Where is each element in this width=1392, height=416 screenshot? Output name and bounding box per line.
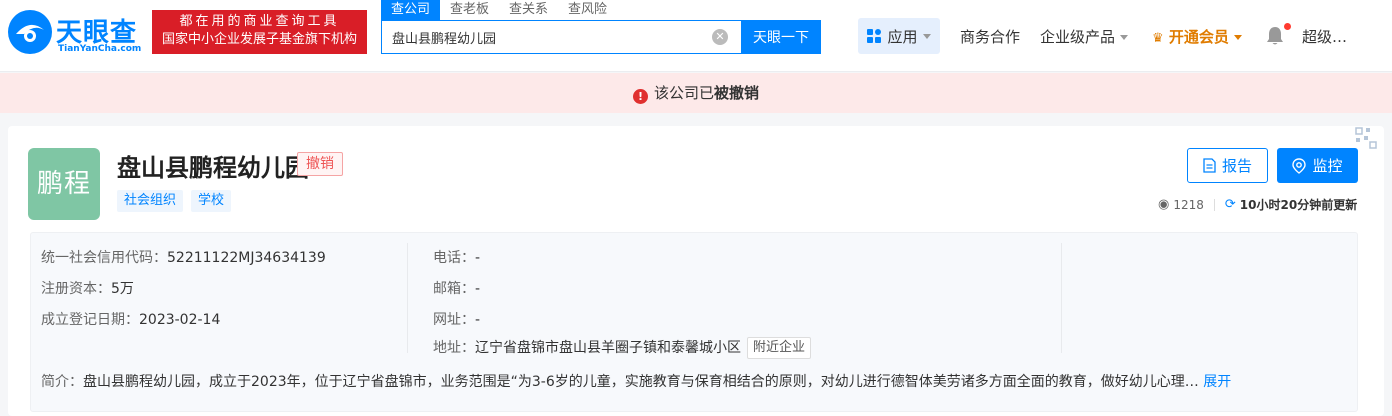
- notification-dot: [1284, 23, 1291, 30]
- monitor-button[interactable]: 监控: [1277, 148, 1358, 183]
- capital-label: 注册资本：: [41, 281, 111, 297]
- website-field: 网址：-: [433, 309, 480, 329]
- warning-icon: !: [632, 89, 648, 104]
- user-menu[interactable]: 超级…: [1302, 26, 1347, 47]
- apps-menu-button[interactable]: 应用: [858, 18, 940, 54]
- update-time: 10小时20分钟前更新: [1239, 198, 1358, 212]
- email-label: 邮箱：: [433, 281, 475, 297]
- phone-field: 电话：-: [433, 247, 480, 267]
- slogan-line-2: 国家中小企业发展子基金旗下机构: [161, 32, 357, 47]
- tab-search-company[interactable]: 查公司: [381, 0, 441, 20]
- crown-icon: ♛: [1152, 31, 1164, 46]
- credit-code-label: 统一社会信用代码：: [41, 250, 167, 266]
- company-meta: ◉ 1218 ⟳ 10小时20分钟前更新: [1158, 196, 1357, 213]
- founded-label: 成立登记日期：: [41, 312, 139, 328]
- company-card: 鹏程 盘山县鹏程幼儿园 撤销 社会组织 学校 报告 监控 ◉ 1218 ⟳ 10…: [8, 126, 1384, 416]
- banner-text-bold: 被撤销: [714, 84, 760, 102]
- chevron-down-icon: [922, 33, 931, 39]
- expand-link[interactable]: 展开: [1203, 374, 1231, 390]
- tab-search-relation[interactable]: 查关系: [499, 0, 558, 20]
- column-divider: [407, 243, 408, 353]
- chevron-down-icon: [1120, 35, 1129, 40]
- apps-grid-icon: [867, 29, 882, 43]
- qr-code-icon[interactable]: [1354, 126, 1378, 150]
- phone-label: 电话：: [433, 250, 475, 266]
- email-value: -: [475, 281, 481, 297]
- credit-code-field: 统一社会信用代码：52211122MJ34634139: [41, 247, 326, 267]
- nav-vip[interactable]: ♛ 开通会员: [1152, 26, 1242, 47]
- meta-divider: [1213, 198, 1215, 211]
- founded-value: 2023-02-14: [139, 312, 221, 328]
- nav-business-cooperation[interactable]: 商务合作: [960, 26, 1020, 47]
- refresh-icon[interactable]: ⟳: [1225, 197, 1236, 212]
- column-divider: [1061, 243, 1062, 353]
- slogan-line-1: 都在用的商业查询工具: [179, 14, 340, 29]
- clear-icon[interactable]: ✕: [712, 29, 728, 45]
- view-count: 1218: [1173, 197, 1204, 212]
- banner-text: 该公司已: [653, 84, 714, 102]
- address-label: 地址：: [433, 340, 475, 356]
- report-button[interactable]: 报告: [1187, 148, 1268, 183]
- address-field: 地址：辽宁省盘锦市盘山县羊圈子镇和泰馨城小区 附近企业: [433, 337, 812, 359]
- search-box: ✕ 天眼一下: [381, 20, 821, 54]
- company-avatar: 鹏程: [28, 148, 100, 220]
- founded-field: 成立登记日期：2023-02-14: [41, 309, 220, 329]
- tab-search-boss[interactable]: 查老板: [440, 0, 499, 20]
- tianyancha-logo[interactable]: 天眼查 TianYanCha.com: [8, 10, 144, 56]
- credit-code-value[interactable]: 52211122MJ34634139: [167, 250, 326, 266]
- eye-icon: ◉: [1158, 197, 1170, 212]
- website-label: 网址：: [433, 312, 475, 328]
- document-icon: [1203, 158, 1216, 173]
- nav-enterprise-products[interactable]: 企业级产品: [1040, 26, 1129, 47]
- status-badge: 撤销: [297, 152, 343, 176]
- tab-search-risk[interactable]: 查风险: [558, 0, 617, 20]
- company-name: 盘山县鹏程幼儿园: [117, 154, 309, 182]
- monitor-label: 监控: [1312, 157, 1343, 175]
- search-tabs: 查公司 查老板 查关系 查风险: [381, 0, 617, 20]
- tag-social-org[interactable]: 社会组织: [117, 190, 184, 212]
- capital-value: 5万: [111, 281, 134, 297]
- phone-value: -: [475, 250, 481, 266]
- revoked-banner: ! 该公司已被撤销: [0, 73, 1392, 113]
- logo-eye-icon: [8, 10, 52, 54]
- search-button[interactable]: 天眼一下: [741, 20, 821, 54]
- slogan-banner: 都在用的商业查询工具 国家中小企业发展子基金旗下机构: [152, 10, 367, 54]
- location-eye-icon: [1292, 157, 1307, 174]
- website-value: -: [475, 312, 481, 328]
- nav-enterprise-label: 企业级产品: [1040, 28, 1116, 46]
- top-header: 天眼查 TianYanCha.com 都在用的商业查询工具 国家中小企业发展子基…: [0, 0, 1392, 72]
- search-input[interactable]: [382, 21, 712, 53]
- intro-field: 简介：盘山县鹏程幼儿园，成立于2023年，位于辽宁省盘锦市，业务范围是“为3-6…: [41, 371, 1341, 391]
- intro-value: 盘山县鹏程幼儿园，成立于2023年，位于辽宁省盘锦市，业务范围是“为3-6岁的儿…: [83, 374, 1199, 390]
- capital-field: 注册资本：5万: [41, 278, 134, 298]
- logo-domain: TianYanCha.com: [58, 44, 142, 54]
- chevron-down-icon: [1233, 35, 1242, 40]
- address-value: 辽宁省盘锦市盘山县羊圈子镇和泰馨城小区: [475, 340, 741, 356]
- intro-label: 简介：: [41, 374, 83, 390]
- company-info-panel: 统一社会信用代码：52211122MJ34634139 注册资本：5万 成立登记…: [30, 232, 1358, 412]
- apps-label: 应用: [887, 27, 918, 46]
- tag-school[interactable]: 学校: [191, 190, 232, 212]
- bell-icon[interactable]: [1266, 26, 1284, 46]
- report-label: 报告: [1221, 157, 1252, 175]
- email-field: 邮箱：-: [433, 278, 480, 298]
- nearby-companies-button[interactable]: 附近企业: [747, 337, 812, 359]
- nav-vip-label: 开通会员: [1168, 28, 1229, 46]
